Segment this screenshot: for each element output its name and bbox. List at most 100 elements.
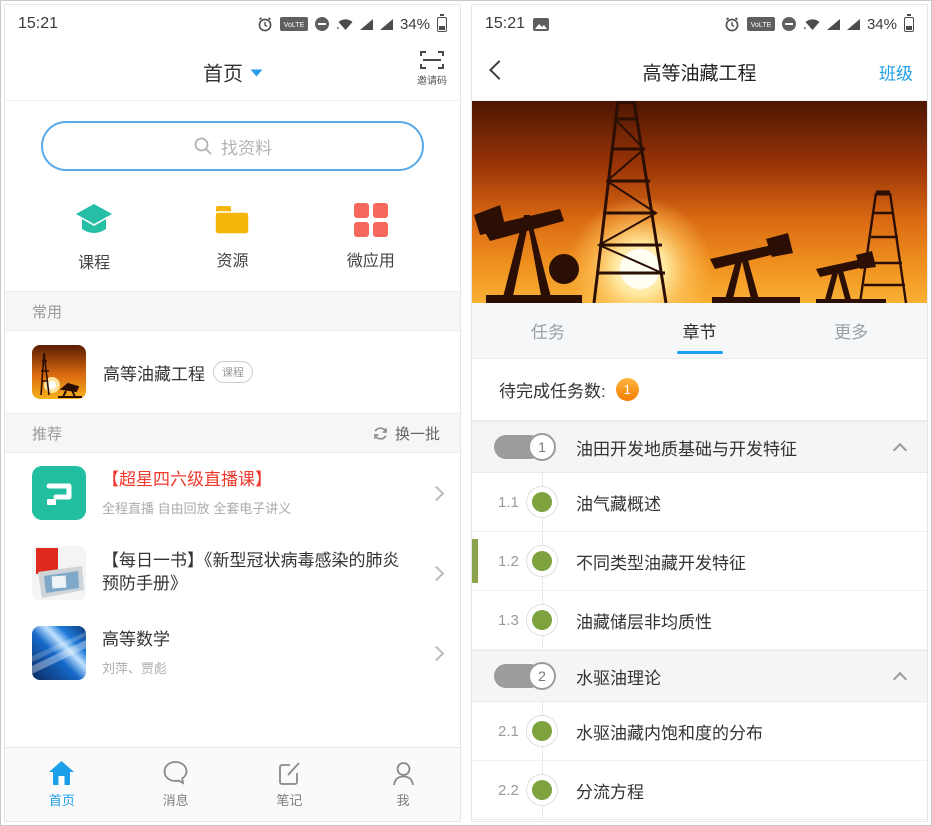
shortcut-label: 课程	[78, 249, 110, 273]
signal2-icon	[380, 19, 393, 30]
chevron-up-icon	[893, 671, 907, 685]
app-grid-icon	[354, 203, 388, 237]
note-edit-icon	[276, 760, 303, 786]
search-icon	[193, 136, 213, 156]
shortcut-courses[interactable]: 课程	[25, 203, 163, 273]
refresh-icon	[372, 425, 389, 442]
section-number: 1.2	[498, 553, 519, 570]
battery-percent: 34%	[867, 16, 897, 33]
pending-tasks-label: 待完成任务数:	[499, 377, 606, 402]
book-cover-thumbnail	[32, 546, 86, 600]
chevron-right-icon	[429, 645, 445, 661]
chevron-up-icon	[893, 442, 907, 456]
section-title: 水驱油藏内饱和度的分布	[576, 719, 763, 744]
search-input[interactable]: 找资料	[41, 121, 424, 171]
shortcut-row: 课程 资源 微应用	[5, 181, 460, 291]
home-screen: 15:21 VoLTE 34% 首页 邀请码	[4, 4, 461, 822]
tab-more[interactable]: 更多	[775, 303, 927, 358]
progress-dot-icon	[532, 610, 552, 630]
section-item-2-1[interactable]: 2.1 水驱油藏内饱和度的分布	[472, 702, 927, 761]
clock-time: 15:21	[18, 15, 58, 33]
tab-me[interactable]: 我	[346, 748, 460, 821]
course-item[interactable]: 高等油藏工程 课程	[5, 331, 460, 413]
home-header: 首页 邀请码	[5, 43, 460, 101]
rec-title: 【每日一书】《新型冠状病毒感染的肺炎预防手册》	[102, 550, 415, 596]
rec-subtitle: 全程直播 自由回放 全套电子讲义	[102, 498, 415, 517]
bottom-tab-bar: 首页 消息 笔记 我	[5, 747, 460, 821]
battery-percent: 34%	[400, 16, 430, 33]
shortcut-resources[interactable]: 资源	[163, 203, 301, 273]
tab-label: 首页	[49, 790, 75, 809]
progress-dot-icon	[532, 551, 552, 571]
chevron-right-icon	[429, 565, 445, 581]
section-title: 不同类型油藏开发特征	[576, 549, 746, 574]
chaoxing-logo	[32, 466, 86, 520]
rec-title: 【超星四六级直播课】	[102, 469, 415, 492]
scan-frame-icon	[419, 50, 445, 70]
section-number: 2.2	[498, 782, 519, 799]
status-bar: 15:21 VoLTE 34%	[5, 5, 460, 43]
section-common-label: 常用	[32, 301, 62, 322]
section-item-1-2[interactable]: 1.2 不同类型油藏开发特征	[472, 532, 927, 591]
section-item-2-2[interactable]: 2.2 分流方程	[472, 761, 927, 820]
section-title: 油气藏概述	[576, 490, 661, 515]
course-type-badge: 课程	[213, 361, 253, 383]
person-icon	[390, 760, 417, 786]
chapter-number: 2	[528, 662, 556, 690]
refresh-batch-button[interactable]: 换一批	[372, 423, 440, 444]
tab-label: 笔记	[276, 790, 302, 809]
shortcut-miniapps[interactable]: 微应用	[302, 203, 440, 273]
rec-item-daily-book[interactable]: 【每日一书】《新型冠状病毒感染的肺炎预防手册》	[5, 533, 460, 613]
course-banner	[472, 101, 927, 303]
course-detail-screen: 15:21 VoLTE 34% 高等油藏工程 班级	[471, 4, 928, 822]
tab-label: 章节	[683, 318, 717, 343]
section-item-1-1[interactable]: 1.1 油气藏概述	[472, 473, 927, 532]
chapter-title: 水驱油理论	[576, 664, 895, 689]
pending-tasks-row[interactable]: 待完成任务数: 1	[472, 359, 927, 421]
status-bar: 15:21 VoLTE 34%	[472, 5, 927, 43]
tab-messages[interactable]: 消息	[119, 748, 233, 821]
rec-title: 高等数学	[102, 629, 415, 652]
home-title-dropdown[interactable]: 首页	[203, 57, 262, 86]
message-bubble-icon	[162, 760, 189, 786]
invite-code-label: 邀请码	[417, 72, 447, 87]
tab-label: 任务	[531, 318, 565, 343]
folder-icon	[213, 203, 251, 237]
tab-tasks[interactable]: 任务	[472, 303, 624, 358]
invite-code-button[interactable]: 邀请码	[417, 50, 447, 87]
tab-home[interactable]: 首页	[5, 748, 119, 821]
rec-item-math[interactable]: 高等数学 刘萍、贾彪	[5, 613, 460, 693]
class-button[interactable]: 班级	[879, 59, 913, 84]
section-number: 1.3	[498, 612, 519, 629]
progress-dot-icon	[532, 492, 552, 512]
signal2-icon	[847, 19, 860, 30]
progress-dot-icon	[532, 721, 552, 741]
section-title: 分流方程	[576, 778, 644, 803]
signal-icon	[360, 19, 373, 30]
tab-chapters[interactable]: 章节	[624, 303, 776, 358]
shortcut-label: 资源	[216, 247, 248, 271]
chapter-1-header[interactable]: 1 油田开发地质基础与开发特征	[472, 421, 927, 473]
section-item-1-3[interactable]: 1.3 油藏储层非均质性	[472, 591, 927, 650]
chevron-right-icon	[429, 485, 445, 501]
rec-subtitle: 刘萍、贾彪	[102, 658, 415, 677]
volte-icon: VoLTE	[280, 17, 308, 31]
oilfield-illustration	[472, 101, 927, 303]
section-number: 1.1	[498, 494, 519, 511]
chevron-down-icon	[250, 70, 262, 77]
chapter-2-header[interactable]: 2 水驱油理论	[472, 650, 927, 702]
back-button[interactable]	[489, 60, 509, 80]
section-common: 常用	[5, 291, 460, 331]
battery-icon	[437, 17, 447, 32]
tab-notes[interactable]: 笔记	[233, 748, 347, 821]
volte-icon: VoLTE	[747, 17, 775, 31]
chapter-title: 油田开发地质基础与开发特征	[576, 435, 895, 460]
alarm-icon	[257, 16, 273, 32]
chapter-toggle: 2	[494, 662, 556, 690]
rec-item-live-course[interactable]: 【超星四六级直播课】 全程直播 自由回放 全套电子讲义	[5, 453, 460, 533]
tab-label: 更多	[834, 318, 868, 343]
section-recommend-label: 推荐	[32, 423, 62, 444]
clock-time: 15:21	[485, 15, 525, 33]
wifi-icon	[336, 17, 353, 31]
chapter-toggle: 1	[494, 433, 556, 461]
